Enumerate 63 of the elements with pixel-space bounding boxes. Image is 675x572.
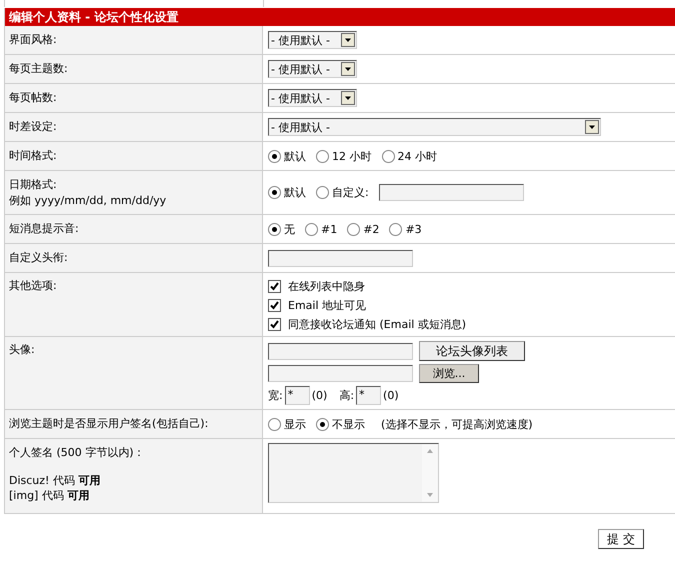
field-label: 个人签名 (500 字节以内)： <box>9 445 146 460</box>
input-field[interactable] <box>378 184 524 201</box>
submit-button[interactable]: 提 交 <box>598 529 644 549</box>
dropdown[interactable]: - 使用默认 - <box>268 60 357 78</box>
radio-label: 显示 <box>284 416 306 432</box>
dropdown[interactable]: - 使用默认 - <box>268 89 357 107</box>
text-area[interactable] <box>268 443 439 503</box>
field-label: 浏览主题时是否显示用户签名(包括自己): <box>9 416 210 431</box>
height-field[interactable]: * <box>356 386 382 405</box>
radio-button[interactable] <box>316 150 329 162</box>
field-label: 时差设定: <box>9 119 58 134</box>
field-label: 日期格式: <box>9 177 58 192</box>
width-value: (0) <box>312 389 328 402</box>
radio-label: #3 <box>405 222 422 236</box>
section-header: 编辑个人资料 - 论坛个性化设置 <box>5 8 675 26</box>
code-note: [img] 代码 可用 <box>9 488 90 503</box>
radio-button[interactable] <box>382 150 394 162</box>
radio-button[interactable] <box>316 186 329 199</box>
radio-button[interactable] <box>268 418 281 430</box>
radio-label: 不显示 <box>332 416 365 432</box>
field-label: 时间格式: <box>9 148 58 163</box>
radio-button[interactable] <box>268 186 281 199</box>
radio-label: #2 <box>363 222 380 236</box>
dropdown[interactable]: - 使用默认 - <box>268 31 357 49</box>
checkbox[interactable] <box>268 280 281 293</box>
field-hint: 例如 yyyy/mm/dd, mm/dd/yy <box>9 193 168 208</box>
field-label: 头像: <box>9 342 36 357</box>
field-label: 短消息提示音: <box>9 221 80 236</box>
radio-label: 默认 <box>284 185 306 200</box>
field-label: 其他选项: <box>9 278 58 293</box>
browse-button[interactable]: 浏览... <box>419 364 479 383</box>
radio-label: 24 小时 <box>398 148 437 164</box>
height-value: (0) <box>383 389 399 402</box>
width-label: 宽: <box>268 388 283 403</box>
radio-button[interactable] <box>389 222 402 236</box>
checkbox-label: 在线列表中隐身 <box>288 279 365 294</box>
radio-label: 默认 <box>284 148 306 164</box>
radio-label: #1 <box>321 222 338 236</box>
input-field[interactable] <box>268 342 413 360</box>
option-note: (选择不显示，可提高浏览速度) <box>381 416 533 432</box>
field-label: 每页主题数: <box>9 61 69 76</box>
radio-button[interactable] <box>347 222 360 236</box>
code-note: Discuz! 代码 可用 <box>9 473 102 488</box>
radio-label: 12 小时 <box>332 148 372 164</box>
checkbox[interactable] <box>268 299 281 312</box>
checkbox-label: 同意接收论坛通知 (Email 或短消息) <box>288 317 466 332</box>
checkbox[interactable] <box>268 318 281 331</box>
field-label: 界面风格: <box>9 32 58 47</box>
field-label: 自定义头衔: <box>9 250 69 265</box>
radio-button[interactable] <box>268 150 281 162</box>
file-field[interactable] <box>268 365 413 382</box>
radio-button[interactable] <box>305 222 318 236</box>
dropdown[interactable]: - 使用默认 - <box>268 118 601 136</box>
radio-label: 无 <box>284 222 295 236</box>
avatar-list-button[interactable]: 论坛头像列表 <box>419 341 525 361</box>
checkbox-label: Email 地址可见 <box>288 298 366 313</box>
height-label: 高: <box>339 388 354 403</box>
radio-button[interactable] <box>268 222 281 236</box>
radio-label: 自定义: <box>332 185 369 200</box>
input-field[interactable] <box>268 250 413 266</box>
field-label: 每页帖数: <box>9 90 58 105</box>
width-field[interactable]: * <box>284 386 310 405</box>
radio-button[interactable] <box>316 418 329 430</box>
